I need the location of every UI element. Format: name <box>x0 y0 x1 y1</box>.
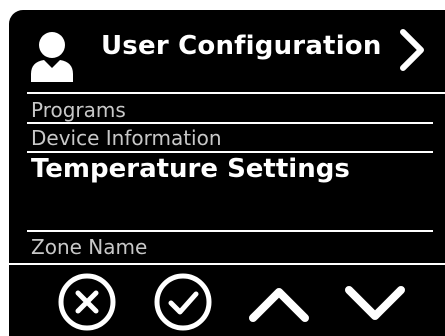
thermostat-screen: User Configuration Programs Device Infor… <box>9 10 445 336</box>
header-divider <box>27 92 445 94</box>
menu-divider <box>27 122 433 124</box>
menu-divider <box>27 230 433 232</box>
menu-item-programs[interactable]: Programs <box>31 98 126 122</box>
bottom-divider <box>9 263 445 265</box>
check-icon[interactable] <box>153 272 213 332</box>
menu-item-device-information[interactable]: Device Information <box>31 126 222 150</box>
chevron-right-icon[interactable] <box>397 26 427 74</box>
control-bar <box>9 268 445 336</box>
menu-item-temperature-settings[interactable]: Temperature Settings <box>31 154 350 184</box>
chevron-up-icon[interactable] <box>247 284 311 324</box>
menu-divider <box>27 151 433 153</box>
page-title: User Configuration <box>101 31 382 61</box>
menu-item-zone-name[interactable]: Zone Name <box>31 235 147 259</box>
user-icon <box>31 32 73 82</box>
header: User Configuration <box>9 10 445 90</box>
cancel-icon[interactable] <box>57 272 117 332</box>
chevron-down-icon[interactable] <box>343 284 407 324</box>
